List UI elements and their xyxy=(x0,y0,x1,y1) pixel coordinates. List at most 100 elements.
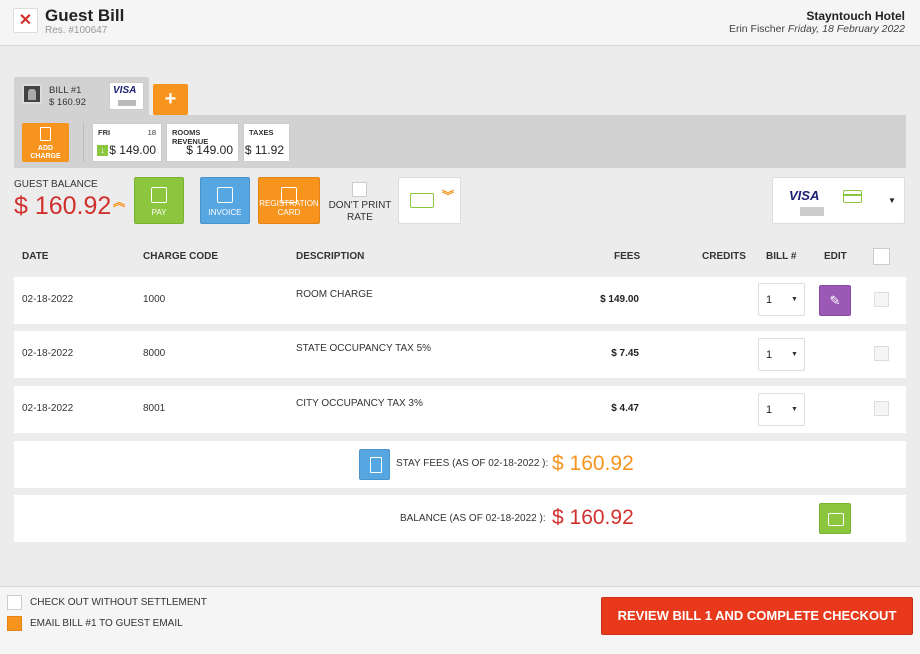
guest-photo-icon xyxy=(22,84,42,104)
wallet-icon xyxy=(151,187,167,203)
bill-tab-amount: $ 160.92 xyxy=(49,97,86,108)
add-charge-button[interactable]: ADD CHARGE xyxy=(22,123,69,162)
row-checkbox[interactable] xyxy=(874,346,889,361)
day-amount: $ 149.00 xyxy=(109,143,156,157)
chevron-down-icon: ︾ xyxy=(442,189,455,203)
invoice-button[interactable]: INVOICE xyxy=(200,177,250,224)
edit-pencil-icon[interactable]: ✎ xyxy=(819,285,851,316)
footer: CHECK OUT WITHOUT SETTLEMENT EMAIL BILL … xyxy=(0,586,920,654)
bill-select[interactable]: 1 ▼ xyxy=(758,393,805,426)
hotel-name: Stayntouch Hotel xyxy=(806,9,905,23)
invoice-label: INVOICE xyxy=(208,208,242,217)
row-description: ROOM CHARGE xyxy=(296,289,373,300)
card-number-mask xyxy=(118,100,136,106)
checkout-without-settlement-label: CHECK OUT WITHOUT SETTLEMENT xyxy=(30,597,207,608)
visa-brand-text: VISA xyxy=(789,188,820,203)
stay-fees-value: $ 160.92 xyxy=(552,452,634,475)
guest-name: Erin Fischer xyxy=(728,23,785,35)
dropdown-arrow-icon: ▼ xyxy=(791,296,798,303)
row-charge-code: 1000 xyxy=(143,294,166,305)
visa-card-icon: VISA xyxy=(109,82,144,110)
taxes-card: TAXES $ 11.92 xyxy=(243,123,290,162)
table-row: 02-18-2022 8001 CITY OCCUPANCY TAX 3% $ … xyxy=(14,386,906,433)
registration-card-label: REGISTRATION CARD xyxy=(259,199,319,217)
balance-label: BALANCE (AS OF 02-18-2022 ): xyxy=(400,513,546,524)
select-all-checkbox[interactable] xyxy=(873,248,890,265)
dont-print-rate-checkbox[interactable] xyxy=(352,182,367,197)
registration-card-button[interactable]: REGISTRATION CARD xyxy=(258,177,320,224)
row-date: 02-18-2022 xyxy=(22,403,74,414)
taxes-label: TAXES xyxy=(249,128,274,137)
receipt-icon[interactable] xyxy=(359,449,390,480)
card-number-mask xyxy=(800,207,824,216)
balance-row: BALANCE (AS OF 02-18-2022 ): $ 160.92 xyxy=(14,495,906,542)
day-number: 18 xyxy=(147,128,156,137)
rooms-revenue-value: $ 149.00 xyxy=(186,143,233,157)
col-header-fees: FEES xyxy=(614,251,641,262)
guest-balance-label: GUEST BALANCE xyxy=(14,179,98,190)
col-header-date: DATE xyxy=(22,251,49,262)
cheque-icon xyxy=(410,193,434,208)
bill-select-value: 1 xyxy=(766,294,773,306)
review-checkout-button[interactable]: REVIEW BILL 1 AND COMPLETE CHECKOUT xyxy=(601,597,913,635)
dropdown-arrow-icon: ▼ xyxy=(888,196,896,205)
add-charge-label: ADD CHARGE xyxy=(30,145,61,160)
download-arrow-icon: ↓ xyxy=(97,145,108,156)
row-description: CITY OCCUPANCY TAX 3% xyxy=(296,398,423,409)
col-header-bill: BILL # xyxy=(766,251,797,262)
document-icon xyxy=(217,187,233,203)
taxes-value: $ 11.92 xyxy=(244,143,284,157)
calculator-icon xyxy=(40,127,51,141)
email-bill-checkbox[interactable] xyxy=(7,616,22,631)
close-button[interactable]: ✕ xyxy=(13,8,38,33)
credit-card-icon xyxy=(843,190,862,203)
rooms-revenue-card: ROOMS REVENUE $ 149.00 xyxy=(166,123,239,162)
visa-brand-text: VISA xyxy=(113,85,137,96)
day-charge-card[interactable]: FRI 18 ↓ $ 149.00 xyxy=(92,123,162,162)
col-header-description: DESCRIPTION xyxy=(296,251,365,262)
divider xyxy=(83,123,84,162)
dont-print-rate-label: DON'T PRINT RATE xyxy=(328,200,392,223)
stay-fees-label: STAY FEES (AS OF 02-18-2022 ): xyxy=(396,458,549,469)
bill-select-value: 1 xyxy=(766,349,773,361)
col-header-credits: CREDITS xyxy=(702,251,746,262)
checkout-without-settlement-checkbox[interactable] xyxy=(7,595,22,610)
row-date: 02-18-2022 xyxy=(22,348,74,359)
bill-select[interactable]: 1 ▼ xyxy=(758,283,805,316)
guest-date-line: Erin Fischer Friday, 18 February 2022 xyxy=(729,23,905,35)
email-bill-label: EMAIL BILL #1 TO GUEST EMAIL xyxy=(30,618,183,629)
dropdown-arrow-icon: ▼ xyxy=(791,406,798,413)
pay-label: PAY xyxy=(151,208,167,217)
day-name: FRI xyxy=(98,128,111,137)
payment-method-select[interactable]: VISA ▼ xyxy=(772,177,905,224)
bill-tab-name: BILL #1 xyxy=(49,85,82,96)
row-charge-code: 8001 xyxy=(143,403,166,414)
header: ✕ Guest Bill Res. #100647 Stayntouch Hot… xyxy=(0,0,920,46)
balance-value: $ 160.92 xyxy=(552,506,634,529)
pay-button[interactable]: PAY xyxy=(134,177,184,224)
row-checkbox[interactable] xyxy=(874,292,889,307)
bill-select[interactable]: 1 ▼ xyxy=(758,338,805,371)
row-date: 02-18-2022 xyxy=(22,294,74,305)
row-charge-code: 8000 xyxy=(143,348,166,359)
row-fees: $ 7.45 xyxy=(611,348,639,359)
table-row: 02-18-2022 1000 ROOM CHARGE $ 149.00 1 ▼… xyxy=(14,277,906,324)
row-checkbox[interactable] xyxy=(874,401,889,416)
wallet-icon[interactable] xyxy=(819,503,851,534)
row-description: STATE OCCUPANCY TAX 5% xyxy=(296,343,432,354)
bill-tab-1[interactable]: BILL #1 $ 160.92 VISA xyxy=(14,77,149,115)
stay-fees-row: STAY FEES (AS OF 02-18-2022 ): $ 160.92 xyxy=(14,441,906,488)
table-row: 02-18-2022 8000 STATE OCCUPANCY TAX 5% $… xyxy=(14,331,906,378)
cheque-button[interactable]: ︾ xyxy=(398,177,461,224)
dropdown-arrow-icon: ▼ xyxy=(791,351,798,358)
business-date: Friday, 18 February 2022 xyxy=(787,23,905,35)
bill-select-value: 1 xyxy=(766,404,773,416)
col-header-charge-code: CHARGE CODE xyxy=(143,251,219,262)
row-fees: $ 4.47 xyxy=(611,403,639,414)
row-fees: $ 149.00 xyxy=(600,294,639,305)
charge-band: ADD CHARGE FRI 18 ↓ $ 149.00 ROOMS REVEN… xyxy=(14,115,906,168)
reservation-number: Res. #100647 xyxy=(45,25,108,36)
chevron-up-icon[interactable]: ︽ xyxy=(113,196,125,208)
guest-balance-value: $ 160.92 xyxy=(14,192,112,220)
add-bill-button[interactable]: + xyxy=(153,84,188,115)
